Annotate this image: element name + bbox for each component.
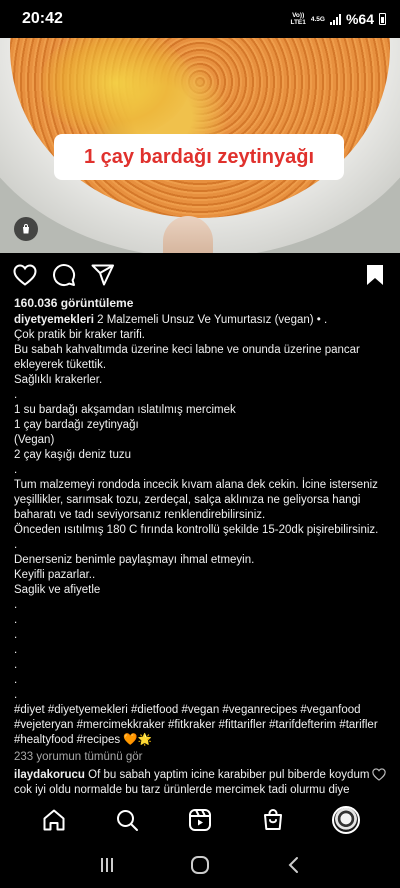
caption-username[interactable]: diyetyemekleri: [14, 314, 94, 326]
network-gen-label: 4.5G: [310, 15, 325, 23]
comment-like-icon[interactable]: [372, 768, 386, 782]
home-icon[interactable]: [39, 805, 69, 835]
post-media[interactable]: 1 çay bardağı zeytinyağı: [0, 38, 400, 253]
bookmark-icon[interactable]: [362, 262, 388, 288]
battery-percent: %64: [345, 11, 374, 27]
shopping-bag-icon[interactable]: [14, 217, 38, 241]
post-caption: diyetyemekleri 2 Malzemeli Unsuz Ve Yumu…: [14, 313, 390, 748]
send-icon[interactable]: [90, 262, 116, 288]
comment-icon[interactable]: [51, 262, 77, 288]
lte-label: LTE1: [290, 19, 306, 26]
post-text: 160.036 görüntüleme diyetyemekleri 2 Mal…: [14, 296, 390, 765]
post-actions: [0, 262, 400, 290]
home-circle-icon[interactable]: [185, 850, 215, 880]
heart-icon[interactable]: [12, 262, 38, 288]
system-nav: [0, 842, 400, 888]
profile-avatar[interactable]: [331, 805, 361, 835]
recents-icon[interactable]: [92, 850, 122, 880]
avatar: [331, 805, 360, 834]
back-icon[interactable]: [278, 850, 308, 880]
comment-preview: ilaydakorucu Of bu sabah yaptim icine ka…: [14, 768, 374, 796]
status-bar: 20:42 Vo)) LTE1 4.5G %64: [0, 0, 400, 38]
view-count: 160.036 görüntüleme: [14, 296, 134, 310]
bottom-nav: [0, 797, 400, 842]
caption-text: 2 Malzemeli Unsuz Ve Yumurtasız (vegan) …: [14, 314, 379, 746]
comment-username[interactable]: ilaydakorucu: [14, 769, 85, 781]
battery-icon: [379, 13, 386, 25]
video-caption-overlay: 1 çay bardağı zeytinyağı: [54, 134, 344, 180]
network-indicator: Vo)) LTE1: [290, 12, 305, 26]
search-icon[interactable]: [112, 805, 142, 835]
status-time: 20:42: [22, 10, 63, 27]
view-all-comments-link[interactable]: 233 yorumun tümünü gör: [14, 750, 390, 765]
reels-icon[interactable]: [185, 805, 215, 835]
status-indicators: Vo)) LTE1 4.5G %64: [290, 11, 386, 27]
volte-label: Vo)): [292, 12, 305, 19]
shop-icon[interactable]: [258, 805, 288, 835]
signal-icon: [329, 13, 341, 25]
